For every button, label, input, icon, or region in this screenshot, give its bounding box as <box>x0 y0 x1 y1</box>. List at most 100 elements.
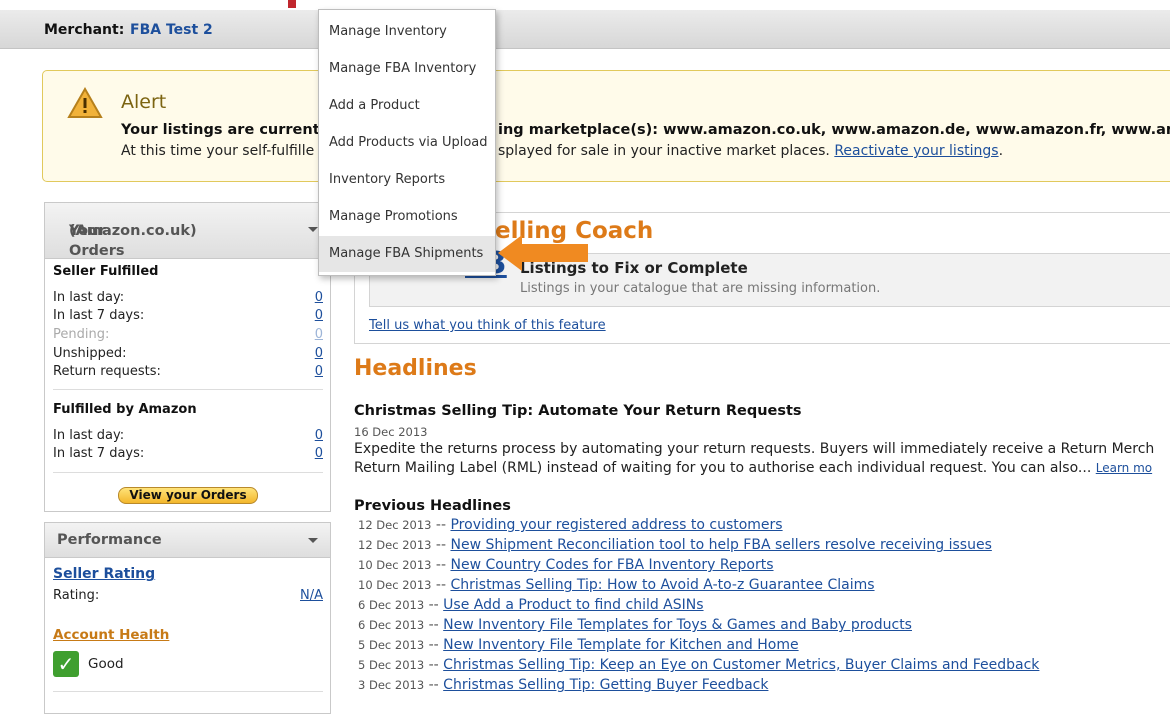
headline-separator: -- <box>428 657 439 673</box>
performance-box: Performance Seller Rating Rating: N/A Acc… <box>44 522 331 714</box>
headline-date: 5 Dec 2013 <box>358 638 425 652</box>
headline-link[interactable]: New Country Codes for FBA Inventory Repo… <box>450 557 773 573</box>
rating-value-link[interactable]: N/A <box>300 588 323 603</box>
orders-header[interactable]: Your Orders (Amazon.co.uk) <box>45 203 330 259</box>
chevron-down-icon[interactable] <box>308 227 318 232</box>
menu-item-manage-fba-shipments[interactable]: Manage FBA Shipments <box>319 236 495 272</box>
menu-item-manage-promotions[interactable]: Manage Promotions <box>319 199 495 235</box>
reactivate-listings-link[interactable]: Reactivate your listings <box>834 143 998 159</box>
alert-line1-end: ing marketplace(s): www.amazon.co.uk, ww… <box>498 122 1170 138</box>
row-count-link[interactable]: 0 <box>315 308 323 323</box>
headline-separator: -- <box>435 557 447 573</box>
merchant-name[interactable]: FBA Test 2 <box>130 22 213 38</box>
orders-box: Your Orders (Amazon.co.uk) Seller Fulfill… <box>44 202 331 512</box>
headline-item: 12 Dec 2013 -- New Shipment Reconciliati… <box>358 537 992 557</box>
performance-header[interactable]: Performance <box>45 523 330 558</box>
row-count-link[interactable]: 0 <box>315 327 323 342</box>
view-orders-button[interactable]: View your Orders <box>118 487 258 504</box>
orders-row: Unshipped: 0 <box>53 346 323 364</box>
headline-item: 12 Dec 2013 -- Providing your registered… <box>358 517 783 537</box>
lead-headline-title: Christmas Selling Tip: Automate Your Ret… <box>354 403 802 419</box>
headline-item: 10 Dec 2013 -- New Country Codes for FBA… <box>358 557 774 577</box>
rating-row: Rating: N/A <box>53 588 323 603</box>
headline-item: 3 Dec 2013 -- Christmas Selling Tip: Get… <box>358 677 768 697</box>
headline-date: 6 Dec 2013 <box>358 618 425 632</box>
row-label: Unshipped: <box>53 346 127 361</box>
row-count-link[interactable]: 0 <box>315 428 323 443</box>
headlines-title: Headlines <box>354 356 477 381</box>
inventory-dropdown-menu: Manage Inventory Manage FBA Inventory Ad… <box>318 9 496 276</box>
alert-box: Alert Your listings are currenth At this… <box>42 70 1170 182</box>
headline-item: 5 Dec 2013 -- New Inventory File Templat… <box>358 637 799 657</box>
row-label: In last 7 days: <box>53 308 145 323</box>
headline-item: 10 Dec 2013 -- Christmas Selling Tip: Ho… <box>358 577 875 597</box>
row-label: In last day: <box>53 290 125 305</box>
headline-item: 6 Dec 2013 -- Use Add a Product to find … <box>358 597 704 617</box>
account-health-link[interactable]: Account Health <box>53 627 169 643</box>
headline-link[interactable]: Christmas Selling Tip: How to Avoid A-to… <box>450 577 874 593</box>
alert-line2-end: splayed for sale in your inactive market… <box>498 143 830 159</box>
row-label: Pending: <box>53 327 110 342</box>
menu-item-add-products-upload[interactable]: Add Products via Upload <box>319 125 495 161</box>
headline-link[interactable]: Providing your registered address to cus… <box>450 517 782 533</box>
divider <box>53 472 323 473</box>
headline-link[interactable]: New Inventory File Template for Kitchen … <box>443 637 798 653</box>
warning-icon <box>67 87 103 118</box>
menu-item-add-product[interactable]: Add a Product <box>319 88 495 124</box>
menu-item-manage-inventory[interactable]: Manage Inventory <box>319 14 495 50</box>
alert-title: Alert <box>121 91 167 113</box>
checkmark-icon: ✓ <box>53 651 79 677</box>
top-nav-strip <box>0 0 1170 10</box>
headline-link[interactable]: New Inventory File Templates for Toys & … <box>443 617 912 633</box>
divider <box>53 691 323 692</box>
row-label: In last day: <box>53 428 125 443</box>
learn-more-link[interactable]: Learn mo <box>1096 461 1152 475</box>
previous-headlines-title: Previous Headlines <box>354 498 511 514</box>
performance-title: Performance <box>57 532 162 548</box>
chevron-down-icon[interactable] <box>308 538 318 543</box>
headline-separator: -- <box>428 637 439 653</box>
health-status: Good <box>88 656 124 672</box>
orders-row: In last day: 0 <box>53 428 323 446</box>
orders-row: Pending: 0 <box>53 327 323 345</box>
orders-row: In last 7 days: 0 <box>53 446 323 464</box>
row-count-link[interactable]: 0 <box>315 446 323 461</box>
headline-link[interactable]: Christmas Selling Tip: Getting Buyer Fee… <box>443 677 768 693</box>
headline-date: 5 Dec 2013 <box>358 658 425 672</box>
rating-label: Rating: <box>53 588 100 603</box>
headline-item: 6 Dec 2013 -- New Inventory File Templat… <box>358 617 912 637</box>
headline-link[interactable]: New Shipment Reconciliation tool to help… <box>450 537 991 553</box>
row-count-link[interactable]: 0 <box>315 290 323 305</box>
headline-date: 10 Dec 2013 <box>358 578 432 592</box>
menu-item-manage-fba-inventory[interactable]: Manage FBA Inventory <box>319 51 495 87</box>
fba-title: Fulfilled by Amazon <box>53 402 197 417</box>
headline-date: 12 Dec 2013 <box>358 518 432 532</box>
alert-line2-start: At this time your self-fulfille <box>121 143 315 159</box>
lead-headline-body: Expedite the returns process by automati… <box>354 441 1155 457</box>
divider <box>53 389 323 390</box>
headline-date: 6 Dec 2013 <box>358 598 425 612</box>
headline-separator: -- <box>428 617 439 633</box>
headline-item: 5 Dec 2013 -- Christmas Selling Tip: Kee… <box>358 657 1039 677</box>
menu-item-inventory-reports[interactable]: Inventory Reports <box>319 162 495 198</box>
orders-row: In last day: 0 <box>53 290 323 308</box>
row-count-link[interactable]: 0 <box>315 346 323 361</box>
row-label: In last 7 days: <box>53 446 145 461</box>
feedback-link[interactable]: Tell us what you think of this feature <box>369 318 606 333</box>
headline-separator: -- <box>428 597 439 613</box>
headline-separator: -- <box>435 537 447 553</box>
lead-headline-date: 16 Dec 2013 <box>354 425 428 439</box>
headline-separator: -- <box>435 577 447 593</box>
headline-link[interactable]: Use Add a Product to find child ASINs <box>443 597 703 613</box>
seller-rating-link[interactable]: Seller Rating <box>53 566 155 582</box>
row-count-link[interactable]: 0 <box>315 364 323 379</box>
headline-separator: -- <box>435 517 447 533</box>
row-label: Return requests: <box>53 364 161 379</box>
headline-link[interactable]: Christmas Selling Tip: Keep an Eye on Cu… <box>443 657 1039 673</box>
headline-separator: -- <box>428 677 439 693</box>
orders-row: In last 7 days: 0 <box>53 308 323 326</box>
arrow-left-icon <box>498 235 588 271</box>
alert-line1-start: Your listings are currenth <box>121 122 330 138</box>
orders-marketplace: (Amazon.co.uk) <box>69 223 197 239</box>
orders-row: Return requests: 0 <box>53 364 323 382</box>
